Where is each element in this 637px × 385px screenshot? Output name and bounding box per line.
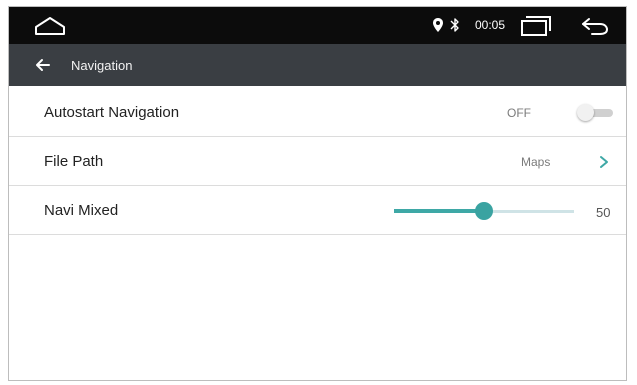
setting-row-file-path[interactable]: File Path Maps bbox=[9, 137, 626, 186]
status-time: 00:05 bbox=[475, 18, 506, 32]
setting-label: Autostart Navigation bbox=[44, 104, 180, 121]
setting-label: Navi Mixed bbox=[44, 202, 119, 219]
home-icon[interactable] bbox=[33, 15, 67, 37]
slider-thumb[interactable] bbox=[475, 202, 493, 220]
setting-status-value: OFF bbox=[507, 106, 531, 120]
status-bar: 00:05 bbox=[9, 7, 626, 44]
arrow-left-icon[interactable] bbox=[35, 57, 51, 73]
title-bar: Navigation bbox=[9, 44, 626, 86]
setting-row-navi-mixed: Navi Mixed 50 bbox=[9, 186, 626, 235]
toggle-knob[interactable] bbox=[577, 104, 594, 121]
back-icon[interactable] bbox=[580, 16, 610, 36]
app-frame: 00:05 Navigation Autostart Navigation OF… bbox=[8, 6, 627, 381]
setting-row-autostart-navigation[interactable]: Autostart Navigation OFF bbox=[9, 88, 626, 137]
recent-apps-icon[interactable] bbox=[520, 15, 552, 37]
setting-value: Maps bbox=[521, 155, 551, 169]
location-pin-icon bbox=[433, 18, 443, 32]
chevron-right-icon[interactable] bbox=[598, 155, 610, 169]
bluetooth-icon bbox=[450, 18, 459, 32]
navi-mixed-slider[interactable] bbox=[394, 200, 574, 222]
page-title: Navigation bbox=[71, 58, 133, 73]
autostart-toggle-switch[interactable] bbox=[575, 104, 615, 122]
setting-label: File Path bbox=[44, 153, 104, 170]
slider-value: 50 bbox=[596, 205, 611, 220]
slider-fill bbox=[394, 209, 484, 213]
